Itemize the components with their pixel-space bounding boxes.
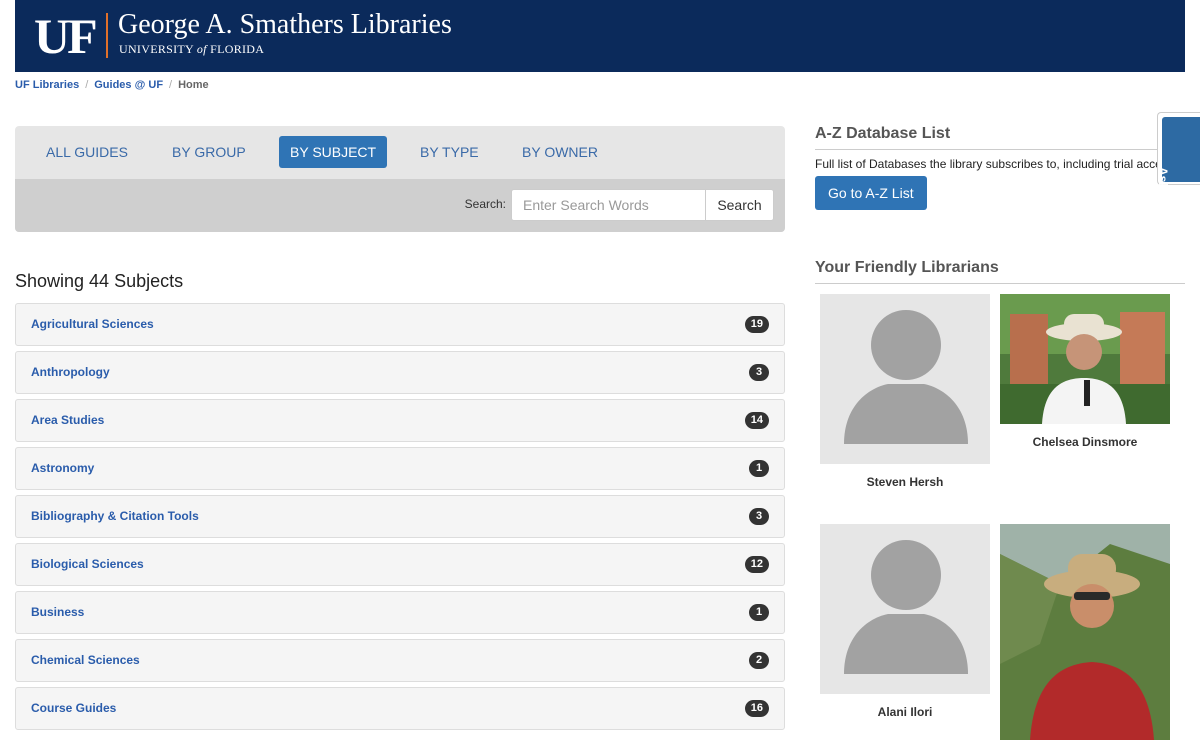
ask-us-button[interactable]: Ask Us! [1156,117,1200,212]
breadcrumb-separator: / [169,79,173,91]
librarian-name[interactable]: Alani Ilori [820,705,990,719]
subject-link[interactable]: Bibliography & Citation Tools [31,509,199,523]
results-count-heading: Showing 44 Subjects [15,271,184,291]
avatar[interactable] [820,294,990,464]
uf-logo[interactable]: UF [34,8,98,64]
avatar[interactable] [1000,294,1170,424]
count-badge: 3 [749,364,769,381]
subject-link[interactable]: Course Guides [31,701,116,715]
count-badge: 3 [749,508,769,525]
logo-divider [106,13,108,58]
list-item[interactable]: Area Studies 14 [15,399,785,442]
breadcrumb-current: Home [178,79,209,91]
librarian-photo [1000,294,1170,424]
librarian-name[interactable]: Steven Hersh [820,475,990,489]
breadcrumb-separator: / [85,79,89,91]
librarians-heading: Your Friendly Librarians [815,259,999,276]
az-description: Full list of Databases the library subsc… [815,157,1157,171]
default-user-icon [844,310,968,444]
list-item[interactable]: Bibliography & Citation Tools 3 [15,495,785,538]
ask-us-tab[interactable]: Ask Us! [1156,112,1200,212]
tab-by-subject[interactable]: BY SUBJECT [279,136,388,168]
count-badge: 1 [749,604,769,621]
subtitle-florida: FLORIDA [210,42,265,56]
count-badge: 14 [744,412,769,429]
librarian-card[interactable]: Alani Ilori [820,524,990,719]
search-bar: Search: Search [15,179,785,232]
subject-list: Agricultural Sciences 19 Anthropology 3 Ar… [15,303,785,735]
guide-browse-panel: ALL GUIDES BY GROUP BY SUBJECT BY TYPE B… [15,126,785,232]
avatar[interactable] [1000,524,1170,740]
librarian-card[interactable]: Chelsea Dinsmore [1000,294,1170,449]
ask-us-label: Ask Us! [1156,167,1170,212]
subject-link[interactable]: Chemical Sciences [31,653,140,667]
list-item[interactable]: Business 1 [15,591,785,634]
list-item[interactable]: Course Guides 16 [15,687,785,730]
breadcrumb-guides[interactable]: Guides @ UF [94,79,163,91]
tab-all-guides[interactable]: ALL GUIDES [35,136,139,168]
search-label: Search: [464,197,506,211]
site-header-banner: UF George A. Smathers Libraries UNIVERSI… [15,0,1185,72]
count-badge: 16 [744,700,769,717]
az-heading: A-Z Database List [815,125,951,142]
browse-tabs: ALL GUIDES BY GROUP BY SUBJECT BY TYPE B… [15,126,785,179]
tab-by-owner[interactable]: BY OWNER [511,136,609,168]
subtitle-university: UNIVERSITY [119,42,194,56]
breadcrumb: UF Libraries / Guides @ UF / Home [15,79,209,91]
list-item[interactable]: Biological Sciences 12 [15,543,785,586]
search-input[interactable] [511,189,706,221]
subject-link[interactable]: Astronomy [31,461,94,475]
search-button[interactable]: Search [705,189,774,221]
list-item[interactable]: Agricultural Sciences 19 [15,303,785,346]
count-badge: 2 [749,652,769,669]
count-badge: 19 [744,316,769,333]
library-title[interactable]: George A. Smathers Libraries [118,9,452,41]
subtitle-of: of [196,42,207,56]
librarians-divider [815,283,1185,284]
breadcrumb-uf-libraries[interactable]: UF Libraries [15,79,79,91]
avatar[interactable] [820,524,990,694]
subject-link[interactable]: Biological Sciences [31,557,144,571]
list-item[interactable]: Chemical Sciences 2 [15,639,785,682]
count-badge: 12 [744,556,769,573]
list-item[interactable]: Anthropology 3 [15,351,785,394]
list-item[interactable]: Astronomy 1 [15,447,785,490]
librarian-card[interactable]: Steven Hersh [820,294,990,489]
default-user-icon [844,540,968,674]
count-badge: 1 [749,460,769,477]
subject-link[interactable]: Anthropology [31,365,110,379]
librarian-name[interactable]: Chelsea Dinsmore [1000,435,1170,449]
library-subtitle: UNIVERSITY of FLORIDA [119,42,264,57]
tab-by-type[interactable]: BY TYPE [409,136,490,168]
librarian-photo [1000,524,1170,740]
tab-by-group[interactable]: BY GROUP [161,136,257,168]
librarian-card[interactable] [1000,524,1170,740]
az-list-button[interactable]: Go to A-Z List [815,176,927,210]
subject-link[interactable]: Area Studies [31,413,104,427]
subject-link[interactable]: Agricultural Sciences [31,317,154,331]
az-divider [815,149,1185,150]
subject-link[interactable]: Business [31,605,84,619]
